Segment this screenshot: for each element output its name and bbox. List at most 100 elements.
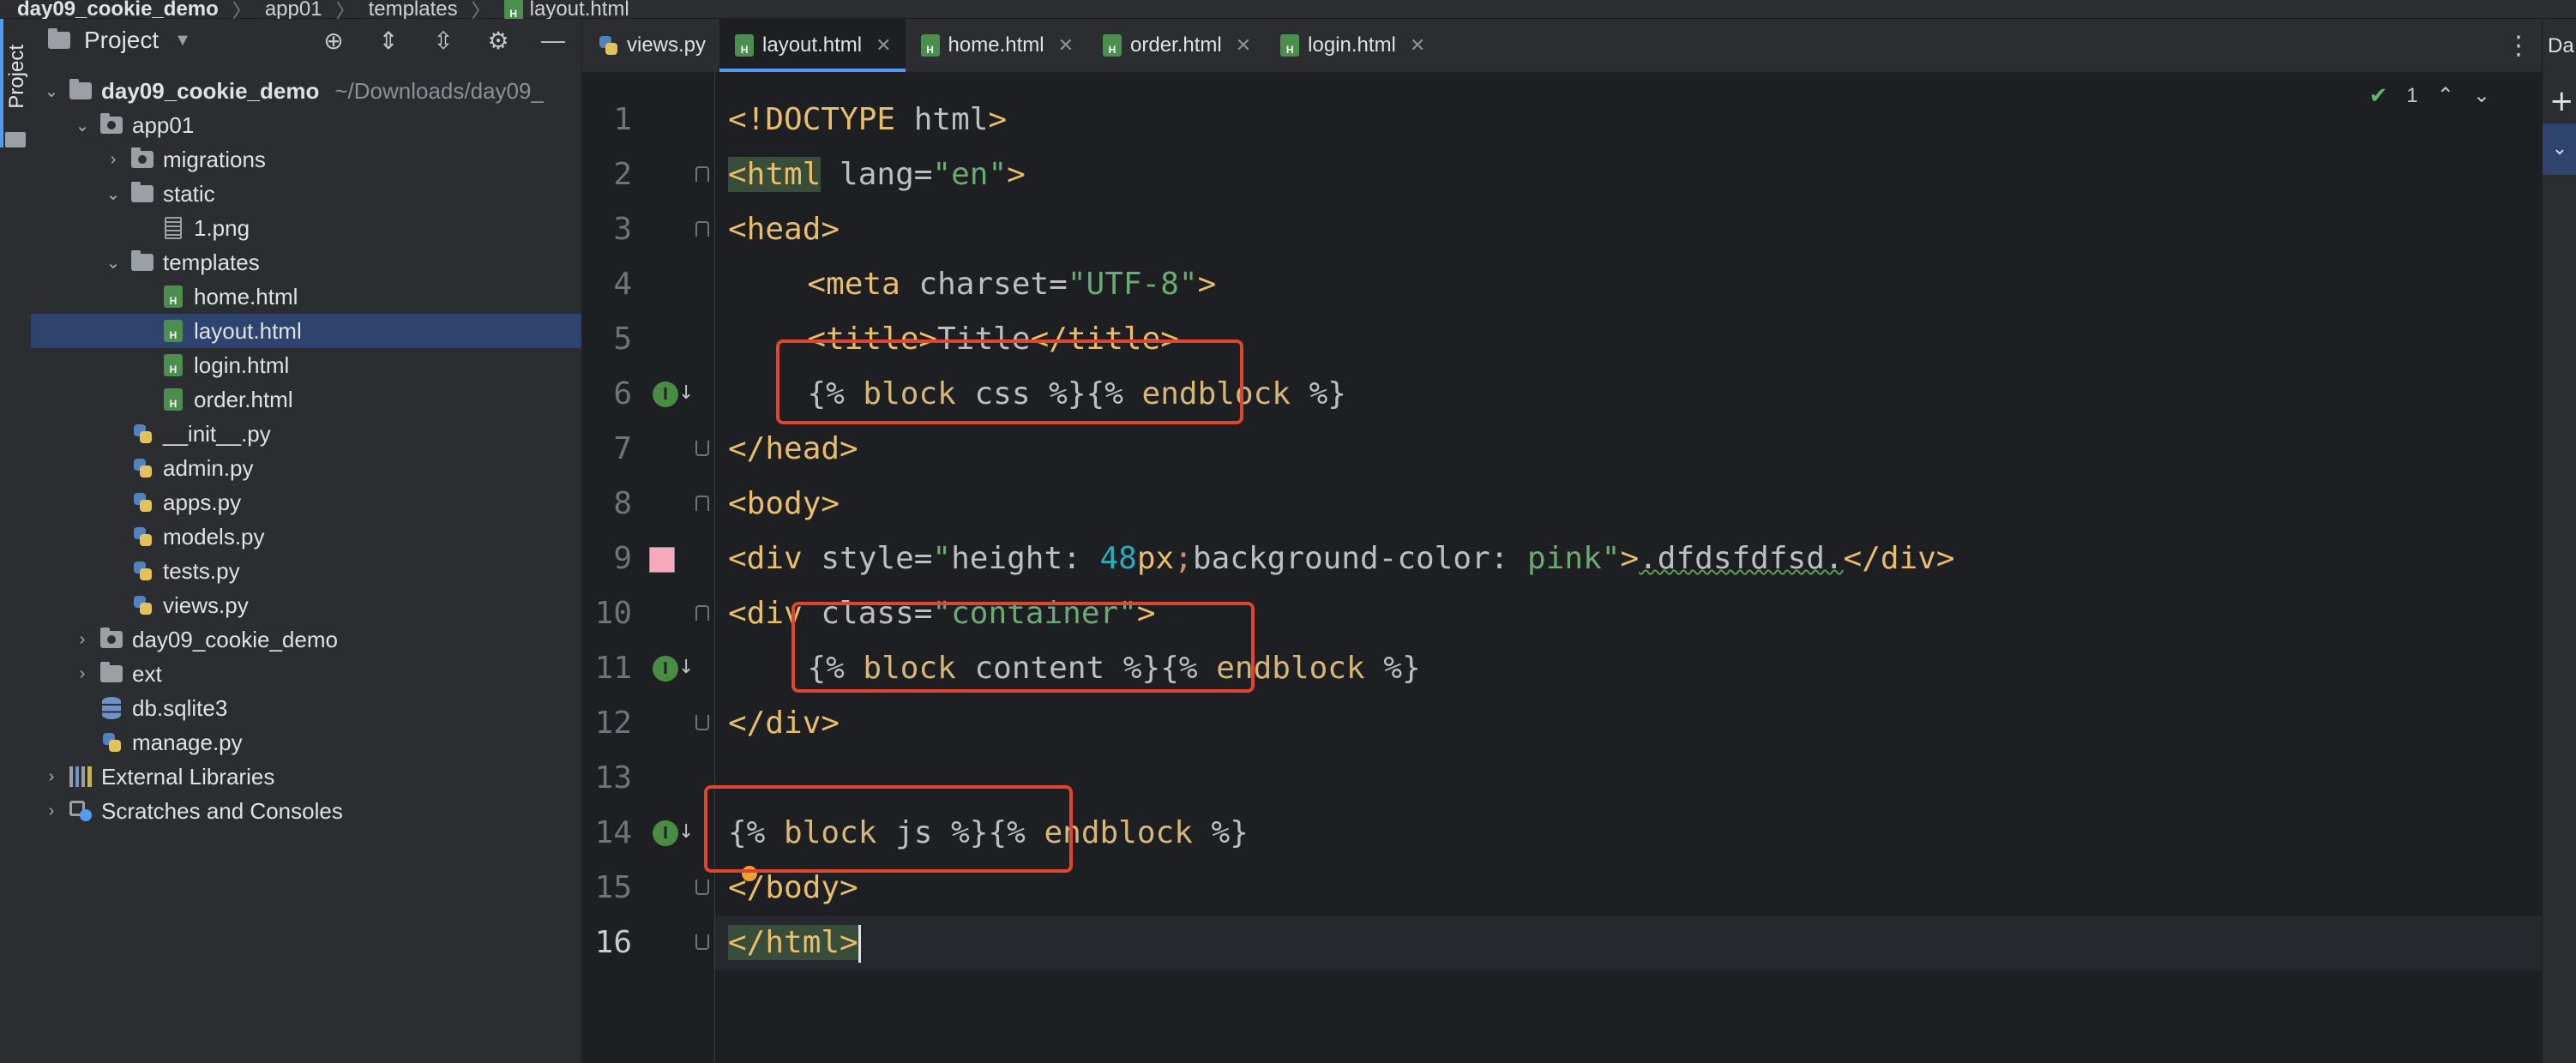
editor-tab[interactable]: Hlayout.html ✕ bbox=[719, 19, 906, 72]
tree-item[interactable]: manage.py bbox=[31, 725, 581, 760]
tree-item[interactable]: ⌄ static bbox=[31, 177, 581, 211]
breadcrumb-file[interactable]: H layout.html bbox=[503, 0, 629, 21]
editor-tab[interactable]: Hlogin.html ✕ bbox=[1265, 19, 1439, 72]
chevron-right-icon[interactable]: › bbox=[70, 630, 94, 650]
code-line-8[interactable]: <body> bbox=[728, 477, 840, 532]
ide-window: day09_cookie_demo 〉 app01 〉 templates 〉 … bbox=[0, 0, 2576, 1063]
fold-marker-icon[interactable] bbox=[695, 495, 709, 511]
chevron-right-icon[interactable]: › bbox=[101, 150, 125, 170]
tree-item[interactable]: Hlogin.html bbox=[31, 348, 581, 382]
add-icon[interactable]: + bbox=[2549, 84, 2574, 118]
database-icon bbox=[102, 697, 121, 719]
tree-item[interactable]: db.sqlite3 bbox=[31, 691, 581, 725]
tree-item[interactable]: ⌄ app01 bbox=[31, 108, 581, 142]
chevron-down-icon[interactable]: ⌄ bbox=[101, 183, 125, 205]
tree-item[interactable]: › day09_cookie_demo bbox=[31, 622, 581, 657]
chevron-down-icon[interactable]: ▼ bbox=[174, 31, 191, 51]
tree-item-label: Scratches and Consoles bbox=[101, 797, 343, 824]
annotation-box-content-block bbox=[791, 602, 1255, 693]
color-swatch-icon[interactable] bbox=[649, 547, 675, 573]
editor-area: views.py Hlayout.html ✕ Hhome.html ✕ Horder.h… bbox=[582, 19, 2542, 1063]
chevron-right-icon[interactable]: › bbox=[39, 802, 63, 821]
fold-marker-icon[interactable] bbox=[695, 441, 709, 456]
editor-tab[interactable]: Hhome.html ✕ bbox=[906, 19, 1087, 72]
close-icon[interactable]: ✕ bbox=[1058, 34, 1074, 57]
tree-item[interactable]: __init__.py bbox=[31, 417, 581, 451]
tree-item[interactable]: tests.py bbox=[31, 554, 581, 588]
tree-item[interactable]: ⌄ templates bbox=[31, 245, 581, 279]
override-marker-icon[interactable]: I bbox=[653, 656, 678, 682]
code-line-12[interactable]: </div> bbox=[728, 696, 840, 751]
chevron-down-icon[interactable]: ⌄ bbox=[2473, 83, 2490, 108]
collapse-all-icon[interactable]: ⇳ bbox=[429, 26, 458, 55]
package-folder-icon bbox=[100, 628, 123, 648]
code-line-9[interactable]: <div style="height: 48px;background-colo… bbox=[728, 532, 1955, 586]
editor-tab[interactable]: Horder.html ✕ bbox=[1087, 19, 1265, 72]
editor-tab[interactable]: views.py bbox=[582, 19, 719, 72]
chevron-right-icon[interactable]: › bbox=[70, 664, 94, 684]
chevron-down-icon[interactable]: ⌄ bbox=[101, 252, 125, 273]
tree-item[interactable]: Hhome.html bbox=[31, 279, 581, 314]
project-panel-title[interactable]: Project bbox=[84, 27, 159, 54]
inspection-widget[interactable]: ✔ 1 ⌃ ⌄ bbox=[2369, 82, 2490, 109]
override-marker-icon[interactable]: I bbox=[653, 381, 678, 407]
tree-item-label: tests.py bbox=[163, 557, 240, 584]
tree-item[interactable]: Hlayout.html bbox=[31, 314, 581, 348]
breadcrumb-project[interactable]: day09_cookie_demo bbox=[17, 0, 219, 21]
tree-item[interactable]: admin.py bbox=[31, 451, 581, 485]
chevron-down-icon[interactable]: ⌄ bbox=[2543, 123, 2576, 175]
package-folder-icon bbox=[100, 113, 123, 134]
fold-marker-icon[interactable] bbox=[695, 166, 709, 182]
chevron-down-icon[interactable]: ⌄ bbox=[39, 81, 63, 102]
close-icon[interactable]: ✕ bbox=[876, 34, 891, 57]
gear-icon[interactable]: ⚙ bbox=[484, 26, 513, 55]
chevron-right-icon[interactable]: › bbox=[39, 767, 63, 787]
close-icon[interactable]: ✕ bbox=[1410, 34, 1425, 57]
tree-item-label: views.py bbox=[163, 592, 249, 618]
code-line-7[interactable]: </head> bbox=[728, 422, 858, 477]
tree-item[interactable]: apps.py bbox=[31, 485, 581, 519]
more-tabs-icon[interactable]: ⋮ bbox=[2506, 31, 2531, 61]
code-line-3[interactable]: <head> bbox=[728, 202, 840, 257]
hide-panel-icon[interactable]: — bbox=[539, 26, 568, 55]
tree-item[interactable]: ⌄ day09_cookie_demo ~/Downloads/day09_ bbox=[31, 74, 581, 108]
code-line-16[interactable]: </html> bbox=[728, 916, 861, 970]
tree-item[interactable]: › migrations bbox=[31, 142, 581, 177]
code-line-1[interactable]: <!DOCTYPE html> bbox=[728, 93, 1007, 147]
folder-icon bbox=[5, 132, 26, 147]
fold-marker-icon[interactable] bbox=[695, 605, 709, 621]
tree-item[interactable]: › Scratches and Consoles bbox=[31, 794, 581, 828]
breadcrumb-folder[interactable]: templates bbox=[369, 0, 458, 21]
fold-marker-icon[interactable] bbox=[695, 880, 709, 895]
database-tool-window-button[interactable]: Da bbox=[2548, 34, 2574, 58]
chevron-up-icon[interactable]: ⌃ bbox=[2437, 83, 2454, 108]
tree-item-icon bbox=[125, 250, 159, 271]
tree-item[interactable]: 1.png bbox=[31, 211, 581, 245]
expand-all-icon[interactable]: ⇕ bbox=[374, 26, 403, 55]
line-number: 6 bbox=[613, 376, 632, 411]
project-tool-window-button[interactable]: Project bbox=[5, 45, 29, 109]
line-number: 9 bbox=[613, 541, 632, 576]
scratches-icon bbox=[69, 801, 92, 821]
code-line-2[interactable]: <html lang="en"> bbox=[728, 147, 1026, 202]
line-number: 1 bbox=[613, 102, 632, 137]
tree-item[interactable]: Horder.html bbox=[31, 382, 581, 417]
tree-item[interactable]: › External Libraries bbox=[31, 760, 581, 794]
tree-item[interactable]: views.py bbox=[31, 588, 581, 622]
tree-item-label: __init__.py bbox=[163, 420, 271, 447]
tree-item-label: order.html bbox=[194, 386, 293, 412]
chevron-down-icon[interactable]: ⌄ bbox=[70, 115, 94, 136]
fold-marker-icon[interactable] bbox=[695, 715, 709, 730]
tree-item-icon bbox=[156, 217, 190, 239]
fold-marker-icon[interactable] bbox=[695, 934, 709, 950]
locate-file-icon[interactable]: ⊕ bbox=[319, 26, 348, 55]
close-icon[interactable]: ✕ bbox=[1236, 34, 1251, 57]
editor-tab-label: home.html bbox=[948, 33, 1044, 57]
breadcrumb-app[interactable]: app01 bbox=[265, 0, 322, 21]
fold-marker-icon[interactable] bbox=[695, 221, 709, 237]
line-number: 3 bbox=[613, 212, 632, 247]
tree-item[interactable]: › ext bbox=[31, 657, 581, 691]
tree-item[interactable]: models.py bbox=[31, 519, 581, 554]
override-marker-icon[interactable]: I bbox=[653, 820, 678, 846]
code-line-4[interactable]: <meta charset="UTF-8"> bbox=[807, 257, 1216, 312]
